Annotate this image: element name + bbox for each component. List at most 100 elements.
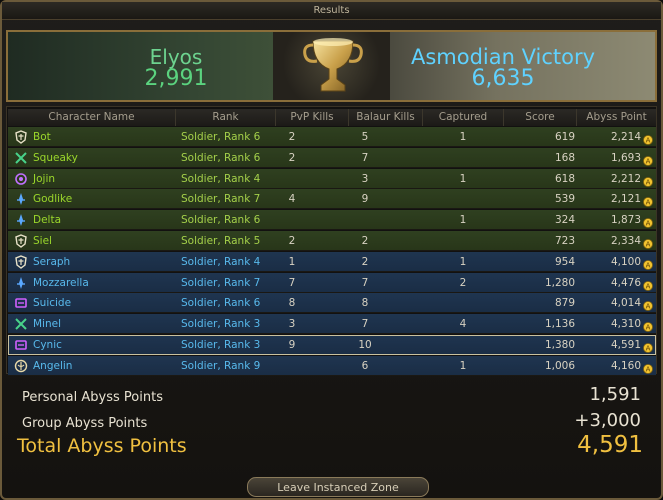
score-value: 539	[554, 193, 575, 206]
elyos-faction-score: 2,991	[144, 66, 208, 91]
abyss-point-value: 2,212	[610, 172, 641, 185]
svg-text:A: A	[646, 303, 651, 311]
table-row[interactable]: Cynic Soldier, Rank 3 9 10 1,380 4,591 A	[8, 335, 656, 355]
score-value: 324	[554, 214, 575, 227]
score-value: 1,136	[544, 318, 575, 331]
header-pvp-kills[interactable]: PvP Kills	[276, 109, 349, 126]
abyss-coin-icon: A	[643, 174, 653, 187]
character-rank: Soldier, Rank 6	[181, 151, 261, 164]
templar-class-icon	[14, 234, 28, 248]
table-row[interactable]: Delta Soldier, Rank 6 1 324 1,873 A	[8, 210, 656, 231]
svg-text:A: A	[646, 261, 651, 269]
captured-count: 4	[459, 318, 467, 331]
cleric-class-icon	[14, 192, 28, 206]
table-row[interactable]: Suicide Soldier, Rank 6 8 8 879 4,014 A	[8, 293, 656, 314]
abyss-coin-icon: A	[643, 153, 653, 166]
abyss-summary: Personal Abyss Points 1,591 Group Abyss …	[2, 380, 661, 468]
balaur-kills: 2	[361, 255, 369, 268]
pvp-kills: 4	[288, 193, 296, 206]
table-row[interactable]: Minel Soldier, Rank 3 3 7 4 1,136 4,310 A	[8, 314, 656, 335]
pvp-kills: 8	[288, 297, 296, 310]
abyss-point-value: 4,014	[610, 297, 641, 310]
header-captured[interactable]: Captured	[423, 109, 504, 126]
table-row[interactable]: Jojin Soldier, Rank 4 3 1 618 2,212 A	[8, 168, 656, 189]
captured-count: 1	[459, 214, 467, 227]
abyss-point-value: 2,334	[610, 235, 641, 247]
abyss-point-value: 4,310	[610, 318, 641, 331]
abyss-point-value: 2,214	[610, 131, 641, 143]
character-rank: Soldier, Rank 4	[181, 255, 261, 268]
table-row[interactable]: Seraph Soldier, Rank 4 1 2 1 954 4,100 A	[8, 251, 656, 272]
character-rank: Soldier, Rank 3	[181, 318, 261, 331]
character-name: Mozzarella	[33, 276, 89, 289]
personal-abyss-value: 1,591	[589, 384, 641, 405]
total-abyss-label: Total Abyss Points	[17, 435, 187, 457]
character-name: Angelin	[33, 359, 73, 372]
abyss-point-value: 4,100	[610, 255, 641, 268]
character-rank: Soldier, Rank 6	[181, 214, 261, 227]
balaur-kills: 9	[361, 193, 369, 206]
abyss-coin-icon: A	[643, 194, 653, 208]
svg-text:A: A	[646, 157, 651, 165]
captured-count: 2	[459, 276, 467, 289]
pvp-kills: 2	[288, 151, 296, 164]
character-name: Seraph	[33, 255, 71, 268]
leave-instanced-zone-button[interactable]: Leave Instanced Zone	[247, 477, 429, 497]
table-row[interactable]: Godlike Soldier, Rank 7 4 9 539 2,121 A	[8, 189, 656, 210]
captured-count: 1	[459, 359, 467, 372]
character-name: Jojin	[33, 172, 56, 185]
abyss-coin-icon: A	[643, 278, 653, 291]
character-rank: Soldier, Rank 6	[181, 131, 261, 143]
spiritmaster-class-icon	[14, 338, 28, 352]
gladiator-class-icon	[14, 317, 28, 331]
asmodian-faction-score: 6,635	[471, 66, 535, 91]
balaur-kills: 7	[361, 276, 369, 289]
score-value: 954	[554, 255, 575, 268]
balaur-kills: 3	[361, 172, 369, 185]
sorcerer-class-icon	[14, 172, 28, 186]
score-value: 1,380	[544, 339, 575, 351]
character-rank: Soldier, Rank 4	[181, 172, 261, 185]
asmodian-victory-label: Asmodian Victory	[410, 45, 596, 69]
balaur-kills: 2	[361, 235, 369, 247]
pvp-kills: 1	[288, 255, 296, 268]
templar-class-icon	[14, 130, 28, 144]
svg-text:A: A	[646, 324, 651, 332]
header-rank[interactable]: Rank	[176, 109, 276, 126]
cleric-class-icon	[14, 213, 28, 227]
group-abyss-value: +3,000	[574, 410, 641, 431]
character-name: Siel	[33, 235, 52, 247]
header-abyss-point[interactable]: Abyss Point	[577, 109, 656, 126]
header-score[interactable]: Score	[504, 109, 577, 126]
table-row[interactable]: Mozzarella Soldier, Rank 7 7 7 2 1,280 4,476 A	[8, 272, 656, 293]
results-window: Results Elyos 2,991 Asmodian Victory 6,6…	[0, 0, 663, 500]
group-abyss-label: Group Abyss Points	[22, 416, 148, 431]
balaur-kills: 8	[361, 297, 369, 310]
character-name: Minel	[33, 318, 62, 331]
abyss-coin-icon: A	[643, 298, 653, 312]
character-rank: Soldier, Rank 9	[181, 359, 261, 372]
table-row[interactable]: Angelin Soldier, Rank 9 6 1 1,006 4,160 A	[8, 355, 656, 376]
header-balaur-kills[interactable]: Balaur Kills	[349, 109, 423, 126]
pvp-kills: 2	[288, 131, 296, 143]
abyss-point-value: 1,873	[610, 214, 641, 227]
svg-text:A: A	[646, 365, 651, 373]
personal-abyss-label: Personal Abyss Points	[22, 390, 163, 405]
table-header: Character Name Rank PvP Kills Balaur Kil…	[8, 109, 656, 126]
score-value: 723	[554, 235, 575, 247]
balaur-kills: 7	[361, 151, 369, 164]
header-character-name[interactable]: Character Name	[8, 109, 176, 126]
table-row[interactable]: Siel Soldier, Rank 5 2 2 723 2,334 A	[8, 231, 656, 251]
captured-count: 1	[459, 131, 467, 143]
table-row[interactable]: Bot Soldier, Rank 6 2 5 1 619 2,214 A	[8, 127, 656, 147]
character-name: Bot	[33, 131, 51, 143]
svg-text:A: A	[646, 137, 651, 145]
svg-text:A: A	[646, 178, 651, 186]
table-row[interactable]: Squeaky Soldier, Rank 6 2 7 168 1,693 A	[8, 147, 656, 168]
spiritmaster-class-icon	[14, 296, 28, 310]
character-name: Cynic	[33, 339, 62, 351]
character-rank: Soldier, Rank 7	[181, 276, 261, 289]
svg-text:A: A	[646, 241, 651, 249]
pvp-kills: 7	[288, 276, 296, 289]
abyss-point-value: 2,121	[610, 193, 641, 206]
